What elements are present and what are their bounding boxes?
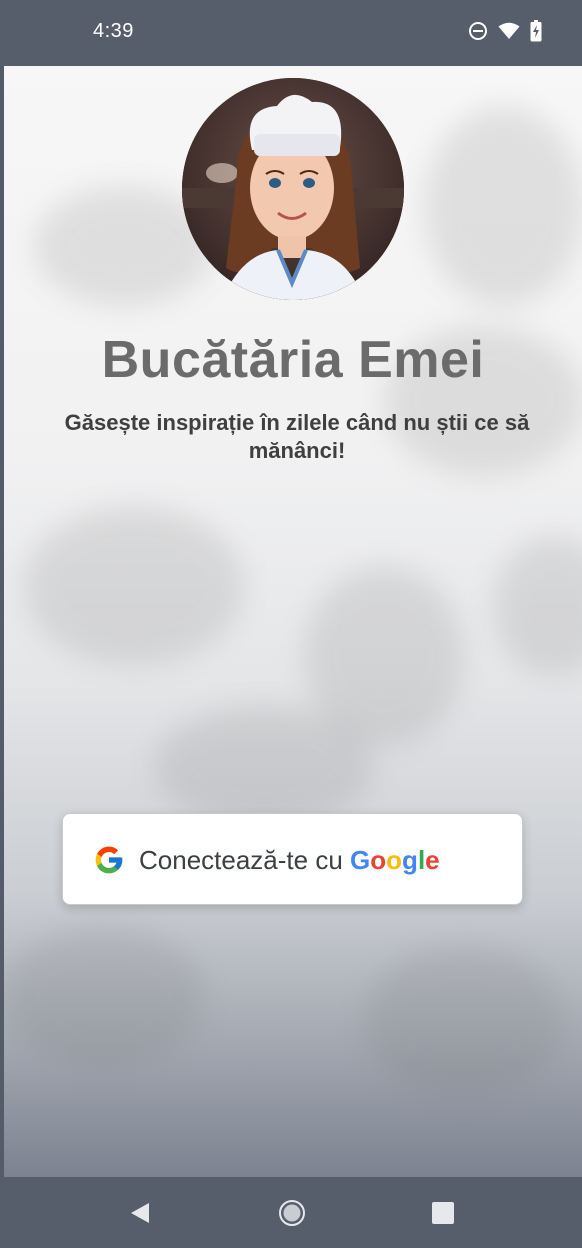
- app-tagline: Găsește inspirație în zilele când nu ști…: [64, 410, 530, 463]
- navigation-bar: [0, 1177, 582, 1248]
- google-letter: o: [386, 845, 403, 875]
- status-bar: 4:39: [0, 0, 582, 66]
- google-letter: o: [370, 845, 387, 875]
- background-sketch: [4, 926, 204, 1066]
- background-sketch: [494, 536, 582, 676]
- google-wordmark: Google: [350, 845, 440, 875]
- home-icon[interactable]: [278, 1199, 306, 1227]
- google-g-icon: [95, 846, 123, 874]
- google-letter: g: [402, 845, 418, 875]
- do-not-disturb-icon: [469, 22, 487, 40]
- google-sign-in-button[interactable]: Conectează-te cu Google: [62, 813, 523, 905]
- status-time: 4:39: [93, 20, 134, 42]
- sign-in-prefix: Conectează-te cu: [139, 845, 343, 875]
- background-sketch: [154, 706, 374, 826]
- google-sign-in-label: Conectează-te cu Google: [139, 845, 440, 876]
- background-sketch: [424, 106, 582, 306]
- chef-illustration: [182, 78, 404, 300]
- background-sketch: [364, 946, 564, 1096]
- background-sketch: [24, 506, 244, 666]
- status-icons: [468, 20, 542, 42]
- google-letter: G: [350, 845, 371, 875]
- back-icon[interactable]: [128, 1201, 152, 1225]
- login-screen: Bucătăria Emei Găsește inspirație în zil…: [4, 66, 582, 1177]
- battery-charging-icon: [530, 20, 542, 42]
- wifi-icon: [498, 22, 520, 39]
- app-title: Bucătăria Emei: [101, 331, 485, 389]
- chef-avatar: [182, 78, 404, 300]
- google-letter: e: [425, 845, 440, 875]
- recents-icon[interactable]: [431, 1201, 455, 1225]
